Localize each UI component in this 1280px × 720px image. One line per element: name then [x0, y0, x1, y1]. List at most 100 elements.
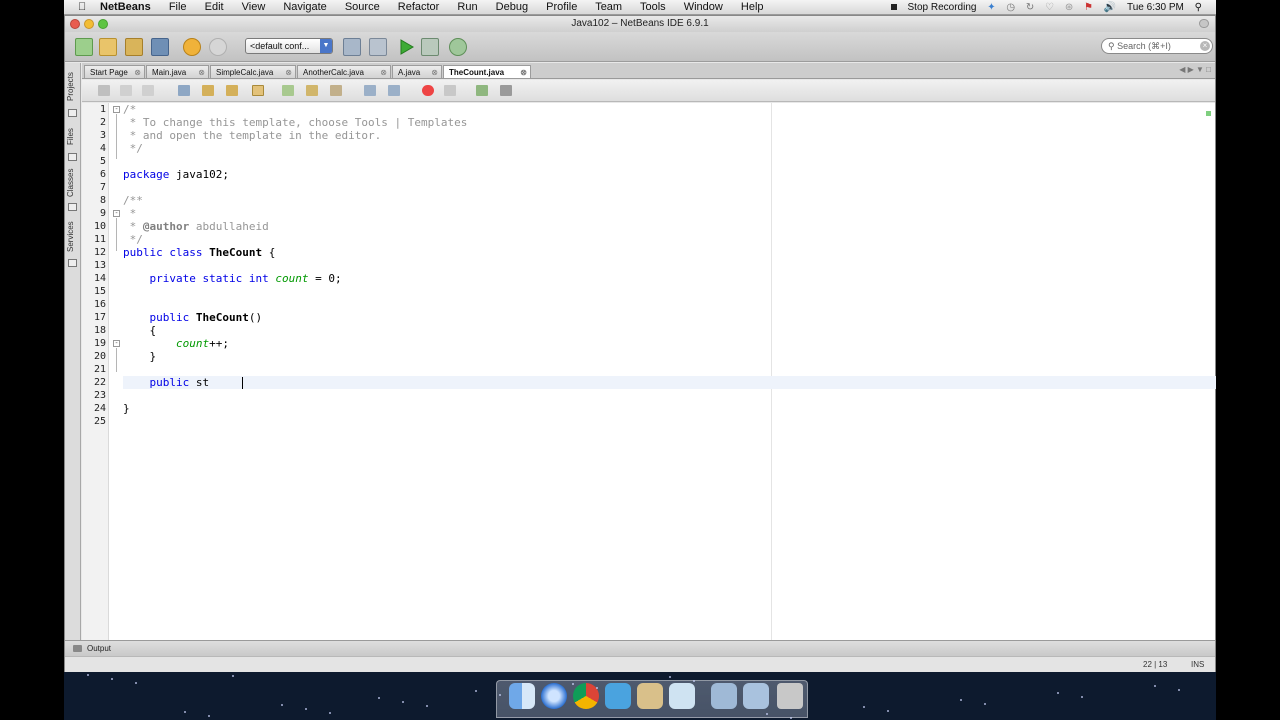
twitter-status-icon[interactable]: ✦ [987, 2, 995, 13]
tab-files[interactable]: Files [66, 125, 80, 149]
close-icon[interactable]: ⊗ [380, 66, 387, 78]
menu-help[interactable]: Help [741, 1, 764, 13]
script-editor-icon[interactable] [637, 683, 663, 709]
wifi-icon[interactable]: ♡ [1045, 2, 1054, 13]
tab-projects[interactable]: Projects [66, 69, 80, 105]
menu-debug[interactable]: Debug [496, 1, 528, 13]
redo-icon[interactable] [209, 38, 227, 56]
find-next-icon[interactable] [226, 85, 238, 96]
configuration-select[interactable]: <default conf... ▼ [245, 38, 333, 54]
new-file-icon[interactable] [75, 38, 93, 56]
profile-icon[interactable] [449, 38, 467, 56]
tab-anothercalc-java[interactable]: AnotherCalc.java ⊗ [297, 65, 391, 78]
uncomment-icon[interactable] [500, 85, 512, 96]
window-titlebar[interactable]: Java102 – NetBeans IDE 6.9.1 [65, 16, 1215, 32]
tab-simplecalc-java[interactable]: SimpleCalc.java ⊗ [210, 65, 296, 78]
fold-toggle-icon[interactable]: - [113, 106, 120, 113]
menu-tools[interactable]: Tools [640, 1, 666, 13]
new-project-icon[interactable] [99, 38, 117, 56]
code-text: () [248, 311, 263, 324]
time-machine-icon[interactable]: ◷ [1006, 2, 1015, 13]
toggle-highlight-icon[interactable] [252, 85, 264, 96]
tab-a-java[interactable]: A.java ⊗ [392, 65, 442, 78]
star-decoration [790, 717, 792, 719]
search-input[interactable]: ⚲ Search (⌘+I) × [1101, 38, 1213, 54]
menu-file[interactable]: File [169, 1, 187, 13]
back-icon[interactable] [120, 85, 132, 96]
undo-icon[interactable] [183, 38, 201, 56]
shift-right-icon[interactable] [388, 85, 400, 96]
fold-toggle-icon[interactable]: - [113, 210, 120, 217]
menu-source[interactable]: Source [345, 1, 380, 13]
star-decoration [87, 674, 89, 676]
menu-profile[interactable]: Profile [546, 1, 577, 13]
close-icon[interactable]: ⊗ [520, 66, 527, 78]
menubar-clock[interactable]: Tue 6:30 PM [1127, 2, 1184, 13]
finder-icon[interactable] [509, 683, 535, 709]
volume-icon[interactable]: 🔊 [1104, 2, 1116, 13]
code-area[interactable]: /* * To change this template, choose Too… [123, 103, 1216, 640]
toolbar-toggle-button[interactable] [1199, 19, 1209, 28]
menu-team[interactable]: Team [595, 1, 622, 13]
previous-bookmark-icon[interactable] [282, 85, 294, 96]
menu-app-name[interactable]: NetBeans [100, 1, 151, 13]
output-panel-bar[interactable]: Output [65, 640, 1215, 656]
find-previous-icon[interactable] [202, 85, 214, 96]
window-minimize-button[interactable] [84, 19, 94, 29]
stop-macro-icon[interactable] [444, 85, 456, 96]
virtualbox-icon[interactable] [669, 683, 695, 709]
tab-main-java[interactable]: Main.java ⊗ [146, 65, 209, 78]
sync-icon[interactable]: ↻ [1026, 2, 1034, 13]
run-icon[interactable] [397, 38, 415, 56]
menu-window[interactable]: Window [684, 1, 723, 13]
star-decoration [135, 682, 137, 684]
flag-icon[interactable]: ⚑ [1084, 2, 1093, 13]
forward-icon[interactable] [142, 85, 154, 96]
start-macro-icon[interactable] [422, 85, 434, 96]
toggle-bookmark-icon[interactable] [330, 85, 342, 96]
trash-icon[interactable] [777, 683, 803, 709]
safari-icon[interactable] [541, 683, 567, 709]
documents-folder-icon[interactable] [743, 683, 769, 709]
close-icon[interactable]: ⊗ [431, 66, 438, 78]
window-close-button[interactable] [70, 19, 80, 29]
menu-view[interactable]: View [242, 1, 266, 13]
tab-services[interactable]: Services [66, 219, 80, 255]
apple-menu-icon[interactable]:  [78, 0, 86, 15]
build-icon[interactable] [343, 38, 361, 56]
stop-recording-button[interactable]: Stop Recording [883, 2, 976, 13]
clean-build-icon[interactable] [369, 38, 387, 56]
close-icon[interactable]: ⊗ [134, 66, 141, 78]
menu-run[interactable]: Run [457, 1, 477, 13]
menu-navigate[interactable]: Navigate [283, 1, 326, 13]
output-tab-label[interactable]: Output [87, 644, 111, 653]
tab-start-page[interactable]: Start Page ⊗ [84, 65, 145, 78]
debug-icon[interactable] [421, 38, 439, 56]
menu-refactor[interactable]: Refactor [398, 1, 440, 13]
source-history-icon[interactable] [98, 85, 110, 96]
code-editor[interactable]: - - - 1 2 3 4 5 6 7 8 9 10 11 12 13 14 15 16 17 18 19 20 21 2… [82, 103, 1216, 640]
applications-folder-icon[interactable] [711, 683, 737, 709]
open-project-icon[interactable] [125, 38, 143, 56]
bluetooth-icon[interactable]: ⊛ [1065, 2, 1073, 13]
field-name: count [275, 272, 309, 285]
close-icon[interactable]: ⊗ [198, 66, 205, 78]
twitter-app-icon[interactable] [605, 683, 631, 709]
tab-classes[interactable]: Classes [66, 167, 80, 199]
save-all-icon[interactable] [151, 38, 169, 56]
find-selection-icon[interactable] [178, 85, 190, 96]
comment-icon[interactable] [476, 85, 488, 96]
shift-left-icon[interactable] [364, 85, 376, 96]
fold-toggle-icon[interactable]: - [113, 340, 120, 347]
tab-thecount-java[interactable]: TheCount.java ⊗ [443, 65, 531, 78]
window-zoom-button[interactable] [98, 19, 108, 29]
next-bookmark-icon[interactable] [306, 85, 318, 96]
tab-navigation[interactable]: ◀ ▶ ▼ □ [1179, 65, 1211, 74]
line-number: 7 [99, 182, 106, 193]
spotlight-search-icon[interactable]: ⚲ [1195, 2, 1202, 13]
clear-search-icon[interactable]: × [1200, 41, 1210, 51]
menu-edit[interactable]: Edit [205, 1, 224, 13]
close-icon[interactable]: ⊗ [285, 66, 292, 78]
code-line-14: private static int count = 0; [123, 272, 1216, 285]
error-stripe-marker[interactable] [1206, 111, 1211, 116]
